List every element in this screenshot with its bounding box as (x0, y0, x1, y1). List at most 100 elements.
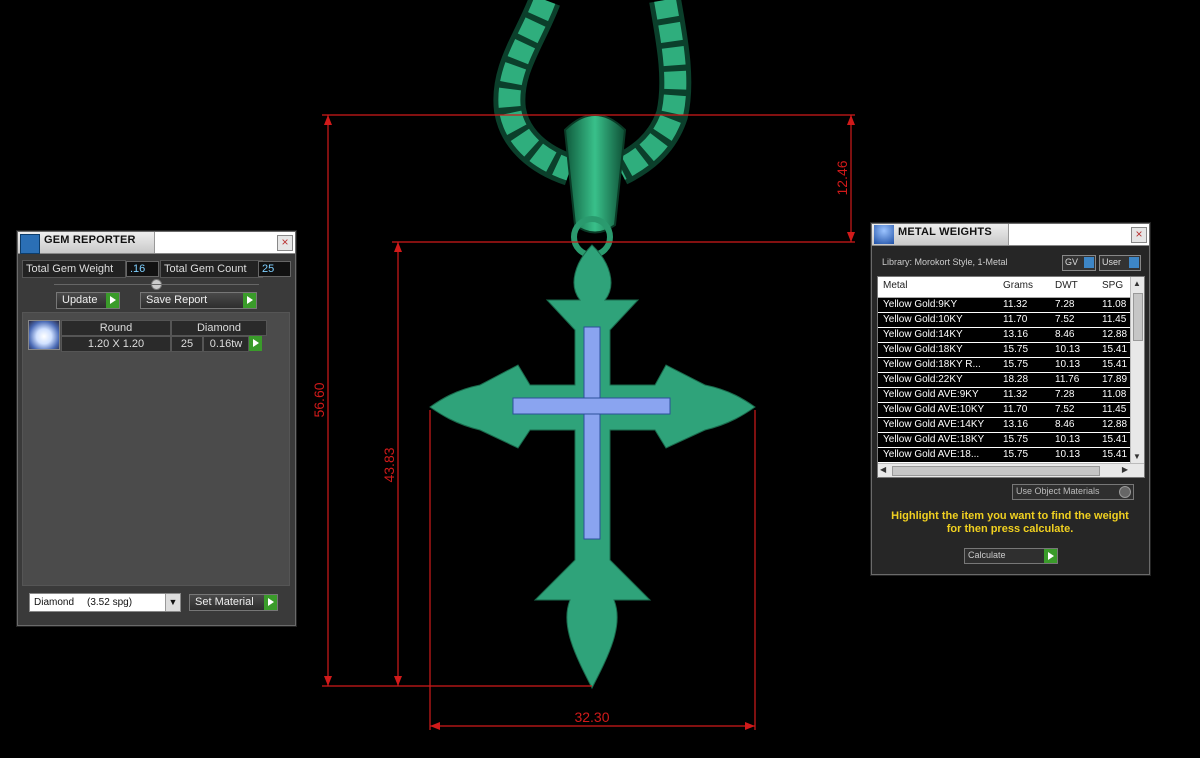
user-label: User (1102, 257, 1122, 267)
table-cell: 15.75 (1003, 344, 1029, 355)
dimension-total-height: 56.60 (311, 382, 327, 417)
table-cell: 11.08 (1102, 389, 1127, 400)
gem-weight: 0.16tw (203, 336, 249, 352)
total-gem-weight-value: .16 (126, 261, 159, 277)
material-dropdown[interactable]: Diamond (3.52 spg) ▼ (29, 593, 181, 612)
table-row[interactable]: Yellow Gold:22KY 18.28 11.76 17.89 (878, 373, 1133, 388)
table-cell: 11.08 (1102, 299, 1127, 310)
user-toggle[interactable]: User (1099, 255, 1141, 271)
gem-channel (512, 326, 671, 540)
table-cell: 10.13 (1055, 434, 1081, 445)
metal-weights-icon (874, 225, 894, 244)
table-cell: 10.13 (1055, 449, 1081, 460)
table-cell: Yellow Gold:18KY R... (883, 359, 981, 370)
table-cell: 11.32 (1003, 299, 1028, 310)
total-gem-count-label: Total Gem Count (160, 260, 263, 278)
scroll-thumb[interactable] (1133, 293, 1143, 341)
calculate-button[interactable]: Calculate (964, 548, 1058, 564)
set-material-button-label: Set Material (195, 596, 254, 608)
calculate-button-label: Calculate (968, 550, 1006, 560)
table-row[interactable]: Yellow Gold AVE:18... 15.75 10.13 15.41 (878, 448, 1133, 463)
total-gem-count-value: 25 (258, 261, 291, 277)
table-cell: 11.32 (1003, 389, 1028, 400)
table-cell: 15.75 (1003, 359, 1029, 370)
dimension-width: 32.30 (574, 709, 609, 725)
table-cell: 12.88 (1102, 419, 1128, 430)
gear-icon (1119, 486, 1131, 498)
table-cell: 7.28 (1055, 389, 1075, 400)
table-cell: 15.75 (1003, 434, 1029, 445)
metal-weights-title: METAL WEIGHTS (898, 226, 992, 238)
gem-weight-play-icon[interactable] (249, 336, 262, 351)
scroll-hthumb[interactable] (892, 466, 1100, 476)
gem-reporter-titlebar[interactable]: GEM REPORTER × (18, 232, 295, 254)
metal-table-header: Metal Grams DWT SPG (878, 277, 1133, 298)
update-button-label: Update (62, 294, 98, 306)
save-report-button-label: Save Report (146, 294, 208, 306)
table-row[interactable]: Yellow Gold:10KY 11.70 7.52 11.45 (878, 313, 1133, 328)
table-row[interactable]: Yellow Gold AVE:18KY 15.75 10.13 15.41 (878, 433, 1133, 448)
set-material-button[interactable]: Set Material (189, 594, 278, 611)
close-icon[interactable]: × (1131, 227, 1147, 243)
metal-weights-panel: METAL WEIGHTS × Library: Morokort Style,… (871, 223, 1150, 575)
table-cell: 15.75 (1003, 449, 1029, 460)
table-cell: 11.45 (1102, 314, 1127, 325)
table-cell: 10.13 (1055, 344, 1081, 355)
table-cell: Yellow Gold AVE:18KY (883, 434, 985, 445)
col-grams: Grams (1003, 280, 1033, 291)
table-cell: Yellow Gold AVE:10KY (883, 404, 985, 415)
table-row[interactable]: Yellow Gold:14KY 13.16 8.46 12.88 (878, 328, 1133, 343)
table-cell: 17.89 (1102, 374, 1128, 385)
use-object-materials-button[interactable]: Use Object Materials (1012, 484, 1134, 500)
gem-row[interactable]: Round Diamond 1.20 X 1.20 25 0.16tw (25, 317, 285, 352)
table-row[interactable]: Yellow Gold AVE:10KY 11.70 7.52 11.45 (878, 403, 1133, 418)
gem-count: 25 (171, 336, 203, 352)
gem-reporter-icon (20, 234, 40, 254)
update-button[interactable]: Update (56, 292, 120, 309)
set-material-play-icon (264, 595, 277, 610)
dimension-body-height: 43.83 (381, 447, 397, 482)
table-cell: 7.52 (1055, 314, 1075, 325)
col-spg: SPG (1102, 280, 1124, 291)
table-cell: 11.76 (1055, 374, 1080, 385)
table-cell: Yellow Gold AVE:14KY (883, 419, 985, 430)
table-row[interactable]: Yellow Gold:18KY 15.75 10.13 15.41 (878, 343, 1133, 358)
table-cell: 8.46 (1055, 329, 1075, 340)
table-row[interactable]: Yellow Gold:18KY R... 15.75 10.13 15.41 (878, 358, 1133, 373)
gem-size: 1.20 X 1.20 (61, 336, 171, 352)
table-cell: 15.41 (1102, 359, 1128, 370)
round-gem-icon (28, 320, 60, 350)
scroll-down-icon[interactable]: ▼ (1133, 452, 1141, 461)
info-icon (1084, 257, 1094, 268)
table-cell: Yellow Gold:9KY (883, 299, 958, 310)
scroll-left-icon[interactable]: ◀ (880, 465, 886, 474)
table-cell: 7.52 (1055, 404, 1075, 415)
col-dwt: DWT (1055, 280, 1078, 291)
update-play-icon (106, 293, 119, 308)
table-row[interactable]: Yellow Gold AVE:14KY 13.16 8.46 12.88 (878, 418, 1133, 433)
table-cell: 13.16 (1003, 329, 1029, 340)
table-row[interactable]: Yellow Gold:9KY 11.32 7.28 11.08 (878, 298, 1133, 313)
table-cell: 10.13 (1055, 359, 1081, 370)
metal-weights-titlebar[interactable]: METAL WEIGHTS × (872, 224, 1149, 246)
table-cell: 11.70 (1003, 404, 1028, 415)
table-cell: Yellow Gold:14KY (883, 329, 963, 340)
table-cell: 18.28 (1003, 374, 1029, 385)
table-row[interactable]: Yellow Gold AVE:9KY 11.32 7.28 11.08 (878, 388, 1133, 403)
calculate-hint: Highlight the item you want to find the … (891, 510, 1129, 535)
info-icon (1129, 257, 1139, 268)
chevron-down-icon: ▼ (165, 594, 180, 611)
save-report-button[interactable]: Save Report (140, 292, 257, 309)
table-cell: Yellow Gold:18KY (883, 344, 963, 355)
scroll-up-icon[interactable]: ▲ (1133, 279, 1141, 288)
table-cell: 11.70 (1003, 314, 1028, 325)
horizontal-scrollbar[interactable]: ◀ ▶ (878, 463, 1144, 477)
vertical-scrollbar[interactable]: ▲ ▼ (1130, 277, 1144, 463)
metal-table: Metal Grams DWT SPG Yellow Gold:9KY 11.32… (877, 276, 1145, 478)
scroll-right-icon[interactable]: ▶ (1122, 465, 1128, 474)
dimension-bail-height: 12.46 (834, 160, 850, 195)
close-icon[interactable]: × (277, 235, 293, 251)
gv-toggle[interactable]: GV (1062, 255, 1096, 271)
table-cell: 13.16 (1003, 419, 1029, 430)
gem-reporter-panel: GEM REPORTER × Total Gem Weight .16 Tota… (17, 231, 296, 626)
